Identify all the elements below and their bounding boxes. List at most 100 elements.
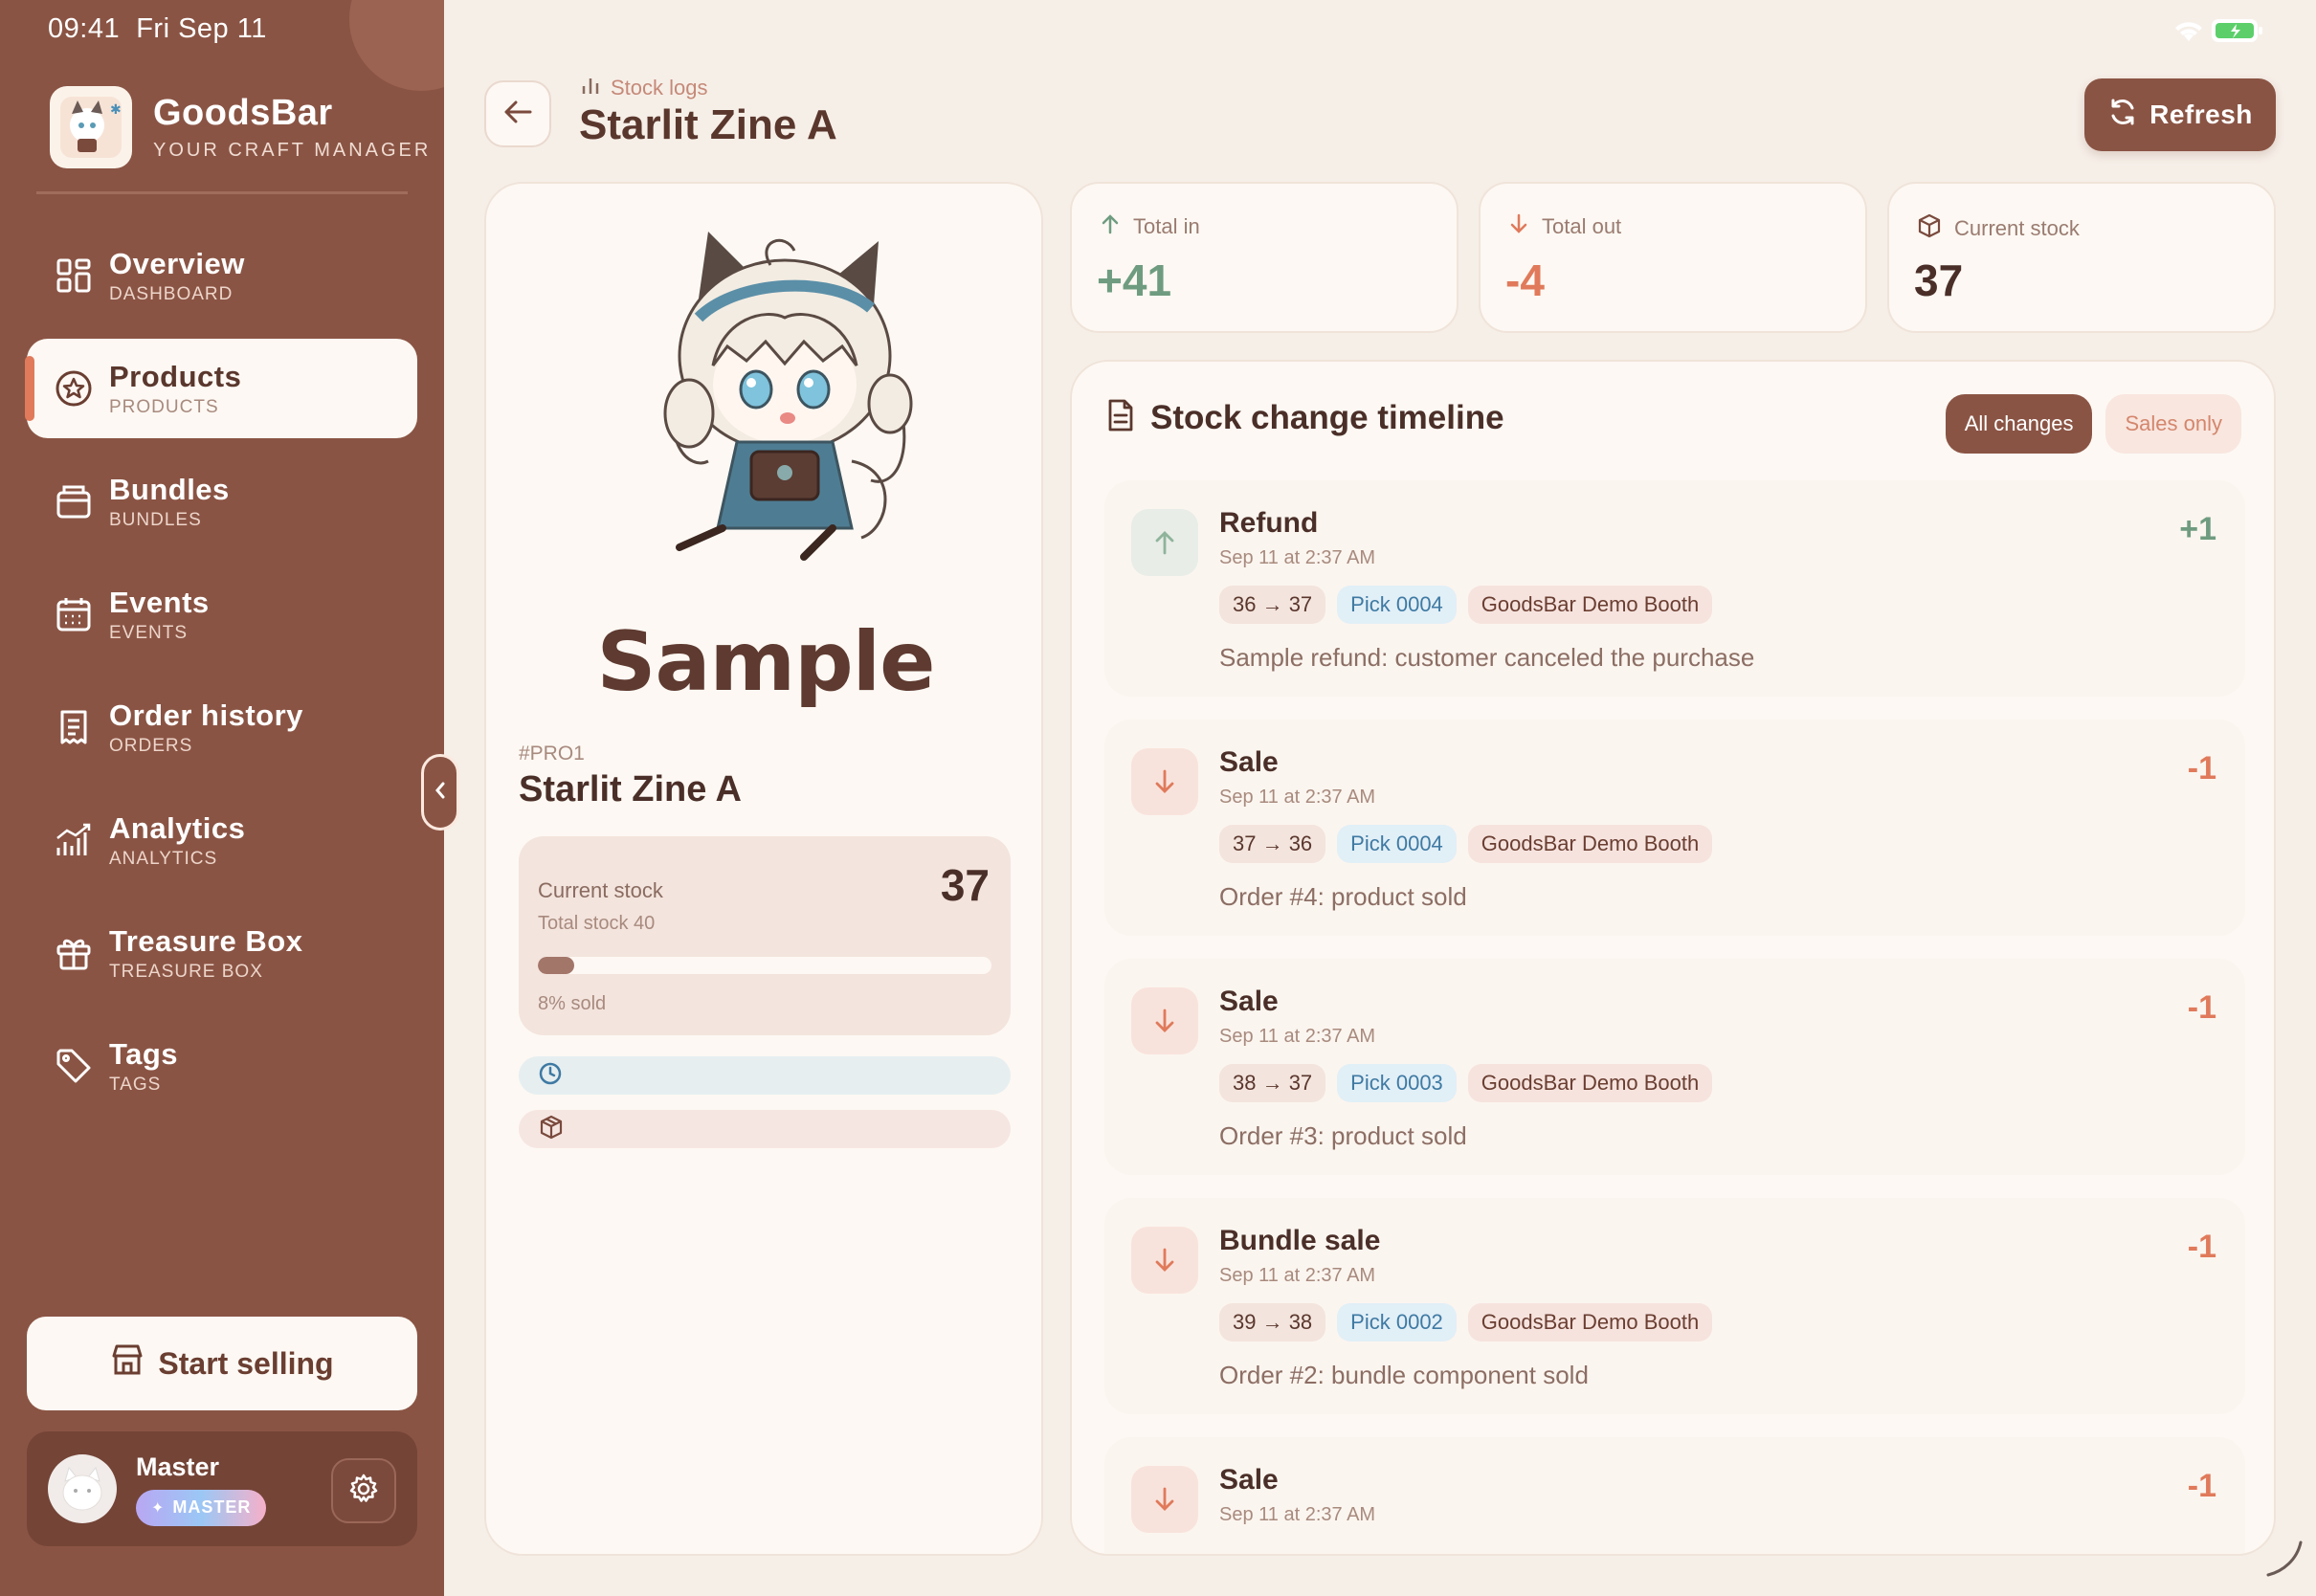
document-icon bbox=[1106, 398, 1135, 437]
sold-progress-fill bbox=[538, 957, 574, 974]
avatar bbox=[48, 1454, 117, 1523]
stock-range-tag: 39 → 38 bbox=[1219, 1303, 1326, 1341]
package-row[interactable] bbox=[519, 1110, 1011, 1148]
breadcrumb-label[interactable]: Stock logs bbox=[611, 76, 708, 100]
stat-label: Total out bbox=[1542, 214, 1622, 238]
product-code: #PRO1 bbox=[519, 743, 585, 765]
role-badge-label: MASTER bbox=[172, 1497, 252, 1517]
nav-item-products[interactable]: Products PRODUCTS bbox=[25, 339, 417, 438]
booth-tag: GoodsBar Demo Booth bbox=[1467, 586, 1713, 624]
entry-note: Sample refund: customer canceled the pur… bbox=[1219, 643, 1755, 672]
status-date: Fri Sep 11 bbox=[136, 13, 267, 44]
back-button[interactable] bbox=[484, 80, 551, 147]
nav-sublabel: PRODUCTS bbox=[109, 396, 219, 417]
entry-title: Sale bbox=[1219, 746, 1279, 778]
resize-handle bbox=[2259, 1531, 2306, 1584]
divider bbox=[36, 191, 408, 194]
entry-title: Sale bbox=[1219, 1464, 1279, 1496]
nav-item-tags[interactable]: Tags TAGS bbox=[27, 1016, 417, 1116]
timeline-entry[interactable]: Sale Sep 11 at 2:37 AM -1 38 → 37 Pick 0… bbox=[1104, 959, 2245, 1175]
refresh-button[interactable]: Refresh bbox=[2084, 78, 2276, 151]
stock-timeline: Stock change timeline All changes Sales … bbox=[1070, 360, 2276, 1556]
entry-delta: -1 bbox=[2187, 989, 2216, 1026]
status-time: 09:41 bbox=[48, 13, 121, 44]
pick-tag: Pick 0004 bbox=[1337, 825, 1457, 863]
start-selling-label: Start selling bbox=[158, 1345, 334, 1381]
stock-range-tag: 37 → 36 bbox=[1219, 825, 1326, 863]
status-bar-clock: 09:41 Fri Sep 11 bbox=[48, 13, 267, 45]
page-title: Starlit Zine A bbox=[579, 101, 837, 148]
stat-value: 37 bbox=[1914, 255, 1964, 305]
history-row[interactable] bbox=[519, 1056, 1011, 1095]
pick-tag: Pick 0004 bbox=[1337, 586, 1457, 624]
pick-tag: Pick 0003 bbox=[1337, 1064, 1457, 1102]
entry-title: Bundle sale bbox=[1219, 1225, 1381, 1256]
bar-chart-icon bbox=[580, 75, 601, 101]
timeline-filter: All changes Sales only bbox=[1932, 394, 2241, 454]
arrow-down-icon bbox=[1131, 987, 1198, 1054]
nav-item-treasure-box[interactable]: Treasure Box TREASURE BOX bbox=[27, 903, 417, 1003]
start-selling-button[interactable]: Start selling bbox=[27, 1317, 417, 1410]
arrow-up-icon bbox=[1131, 509, 1198, 576]
status-icons bbox=[2172, 17, 2264, 49]
brand: ✱ GoodsBar YOUR CRAFT MANAGER bbox=[50, 86, 431, 168]
product-name: Starlit Zine A bbox=[519, 769, 742, 809]
tag-icon bbox=[54, 1046, 94, 1086]
booth-tag: GoodsBar Demo Booth bbox=[1467, 1303, 1713, 1341]
nav-item-analytics[interactable]: Analytics ANALYTICS bbox=[27, 790, 417, 890]
timeline-entry[interactable]: Sale Sep 11 at 2:37 AM -1 bbox=[1104, 1437, 2245, 1554]
stat-label: Total in bbox=[1133, 214, 1200, 238]
nav-sublabel: TREASURE BOX bbox=[109, 961, 263, 982]
filter-all-changes[interactable]: All changes bbox=[1945, 394, 2093, 454]
entry-time: Sep 11 at 2:37 AM bbox=[1219, 547, 1376, 568]
arrow-down-icon bbox=[1131, 748, 1198, 815]
entry-title: Refund bbox=[1219, 507, 1319, 539]
gift-icon bbox=[54, 933, 94, 973]
nav-sublabel: DASHBOARD bbox=[109, 283, 234, 304]
nav-label: Events bbox=[109, 585, 210, 619]
timeline-entry[interactable]: Refund Sep 11 at 2:37 AM +1 36 → 37 Pick… bbox=[1104, 480, 2245, 697]
nav-label: Products bbox=[109, 359, 242, 393]
sold-progress-bar bbox=[538, 957, 991, 974]
user-card[interactable]: Master ✦ MASTER bbox=[27, 1431, 417, 1546]
nav-label: Analytics bbox=[109, 810, 246, 845]
timeline-entry[interactable]: Bundle sale Sep 11 at 2:37 AM -1 39 → 38… bbox=[1104, 1198, 2245, 1414]
arrow-down-icon bbox=[1507, 212, 1530, 241]
stock-range-tag: 36 → 37 bbox=[1219, 586, 1326, 624]
sold-percent: 8% sold bbox=[538, 993, 607, 1014]
entry-note: Order #4: product sold bbox=[1219, 882, 1467, 911]
entry-delta: -1 bbox=[2187, 750, 2216, 787]
entry-time: Sep 11 at 2:37 AM bbox=[1219, 1026, 1376, 1047]
entry-note: Order #3: product sold bbox=[1219, 1121, 1467, 1150]
nav-item-bundles[interactable]: Bundles BUNDLES bbox=[27, 452, 417, 551]
nav-item-events[interactable]: Events EVENTS bbox=[27, 565, 417, 664]
nav-label: Order history bbox=[109, 698, 303, 732]
entry-title: Sale bbox=[1219, 986, 1279, 1017]
stock-range-tag: 38 → 37 bbox=[1219, 1064, 1326, 1102]
stock-summary: Current stock Total stock 40 37 8% sold bbox=[519, 836, 1011, 1035]
timeline-title: Stock change timeline bbox=[1150, 398, 1504, 436]
refresh-icon bbox=[2107, 97, 2138, 134]
nav-item-overview[interactable]: Overview DASHBOARD bbox=[27, 226, 417, 325]
svg-text:✱: ✱ bbox=[110, 102, 122, 118]
collapse-sidebar-button[interactable] bbox=[421, 754, 459, 831]
arrow-down-icon bbox=[1131, 1227, 1198, 1294]
nav-label: Treasure Box bbox=[109, 923, 303, 958]
store-icon bbox=[110, 1342, 145, 1385]
role-badge: ✦ MASTER bbox=[136, 1489, 267, 1526]
entry-time: Sep 11 at 2:37 AM bbox=[1219, 1265, 1376, 1286]
timeline-entry[interactable]: Sale Sep 11 at 2:37 AM -1 37 → 36 Pick 0… bbox=[1104, 720, 2245, 936]
nav-sublabel: BUNDLES bbox=[109, 509, 202, 530]
nav-sublabel: TAGS bbox=[109, 1074, 162, 1095]
chibi-illustration bbox=[663, 232, 913, 561]
settings-button[interactable] bbox=[331, 1458, 396, 1523]
entry-delta: +1 bbox=[2179, 511, 2216, 547]
filter-sales-only[interactable]: Sales only bbox=[2105, 394, 2241, 454]
stat-current-stock: Current stock 37 bbox=[1887, 182, 2276, 333]
nav-label: Tags bbox=[109, 1036, 179, 1071]
nav-item-order-history[interactable]: Order history ORDERS bbox=[27, 677, 417, 777]
calendar-icon bbox=[54, 594, 94, 634]
stat-value: -4 bbox=[1505, 255, 1545, 305]
stat-total-in: Total in +41 bbox=[1070, 182, 1459, 333]
nav-sublabel: EVENTS bbox=[109, 622, 189, 643]
